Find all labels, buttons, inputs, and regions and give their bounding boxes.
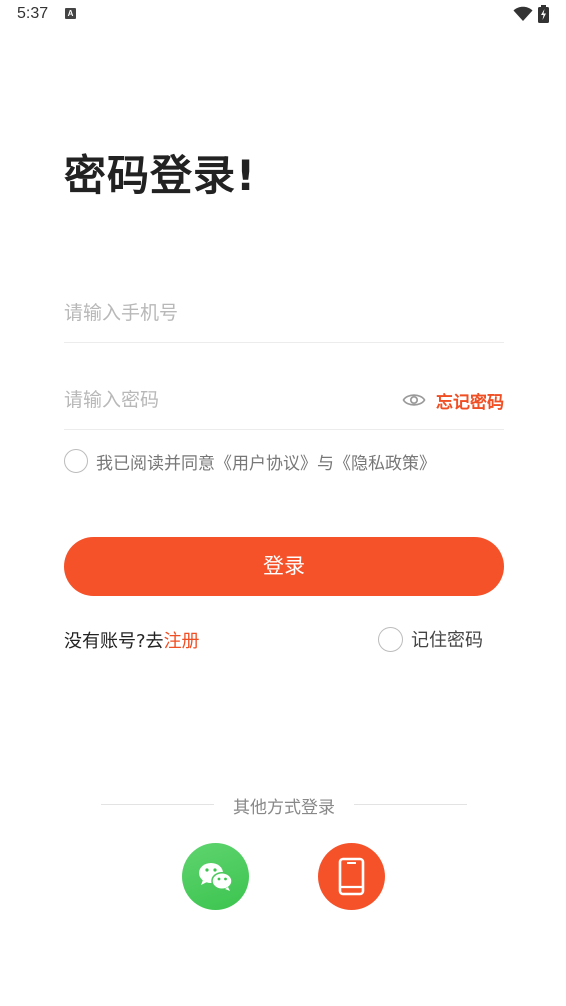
remember-password[interactable]: 记住密码 (378, 626, 483, 652)
user-agreement-link[interactable]: 《用户协议》 (215, 454, 317, 474)
remember-checkbox[interactable] (378, 626, 403, 652)
agreement-row: 我已阅读并同意《用户协议》与《隐私政策》 (64, 448, 436, 474)
battery-icon (538, 5, 549, 23)
other-login-divider: 其他方式登录 (101, 793, 467, 818)
phone-field (64, 283, 504, 343)
register-row: 没有账号?去注册 (64, 627, 200, 653)
register-link[interactable]: 注册 (164, 631, 200, 652)
wechat-icon (199, 863, 233, 891)
wechat-login-button[interactable] (182, 843, 249, 910)
agreement-join: 与 (317, 453, 334, 474)
wifi-icon (513, 6, 533, 21)
password-input[interactable] (64, 384, 384, 416)
agreement-checkbox[interactable] (64, 449, 88, 473)
agreement-prefix: 我已阅读并同意 (96, 453, 215, 474)
divider-line-right (354, 804, 467, 805)
phone-icon (338, 857, 365, 896)
privacy-policy-link[interactable]: 《隐私政策》 (334, 454, 436, 474)
page-title: 密码登录! (64, 151, 257, 200)
phone-login-button[interactable] (318, 843, 385, 910)
other-login-label: 其他方式登录 (233, 798, 335, 818)
eye-icon[interactable] (402, 388, 426, 412)
status-bar: 5:37 A (0, 0, 566, 30)
password-field: 忘记密码 (64, 370, 504, 430)
no-account-text: 没有账号?去 (64, 631, 164, 652)
remember-label: 记住密码 (411, 630, 483, 651)
forgot-password-link[interactable]: 忘记密码 (436, 388, 504, 413)
phone-input[interactable] (64, 297, 384, 329)
notification-icon: A (65, 8, 76, 19)
agreement-text: 我已阅读并同意《用户协议》与《隐私政策》 (96, 449, 436, 474)
status-time: 5:37 (17, 5, 49, 22)
login-button[interactable]: 登录 (64, 537, 504, 596)
